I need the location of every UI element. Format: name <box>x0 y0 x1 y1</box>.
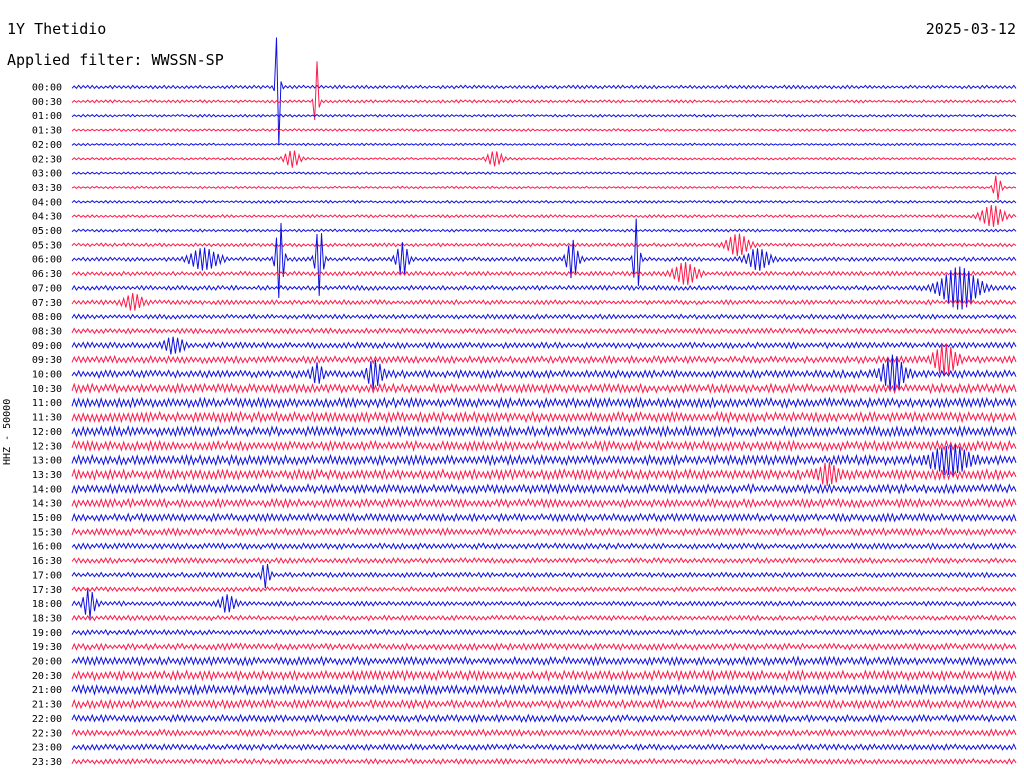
row-time-label: 09:30 <box>32 355 62 366</box>
row-time-label: 04:00 <box>32 197 62 208</box>
row-time-label: 08:30 <box>32 326 62 337</box>
trace-row-0900 <box>71 336 1017 355</box>
trace-row-1830 <box>71 614 1017 622</box>
trace-row-1430 <box>71 497 1017 509</box>
trace-row-1900 <box>71 628 1017 636</box>
trace-row-0030 <box>71 61 1017 120</box>
row-time-label: 11:30 <box>32 413 62 424</box>
row-time-label: 05:00 <box>32 226 62 237</box>
row-time-label: 18:30 <box>32 613 62 624</box>
row-time-label: 23:30 <box>32 757 62 768</box>
trace-row-0130 <box>71 128 1017 133</box>
trace-row-2030 <box>71 669 1017 682</box>
trace-row-1200 <box>71 424 1017 438</box>
helicorder-plot: 00:00 00:30 01:00 01:30 02:00 02:30 03:00 03:30… <box>32 37 1017 768</box>
row-time-label: 21:00 <box>32 685 62 696</box>
row-time-label: 11:00 <box>32 398 62 409</box>
trace-row-1730 <box>71 585 1017 593</box>
row-time-label: 15:30 <box>32 527 62 538</box>
trace-row-1030 <box>71 382 1017 395</box>
trace-row-2000 <box>71 655 1017 667</box>
row-time-label: 18:00 <box>32 599 62 610</box>
row-time-label: 00:30 <box>32 97 62 108</box>
trace-row-0800 <box>71 313 1017 320</box>
row-time-label: 06:00 <box>32 255 62 266</box>
row-time-label: 10:30 <box>32 384 62 395</box>
row-time-label: 02:00 <box>32 140 62 151</box>
row-time-label: 13:00 <box>32 456 62 467</box>
row-time-label: 04:30 <box>32 212 62 223</box>
row-time-label: 20:30 <box>32 671 62 682</box>
trace-row-1100 <box>71 396 1017 410</box>
row-time-label: 02:30 <box>32 154 62 165</box>
row-time-label: 16:00 <box>32 542 62 553</box>
row-time-label: 00:00 <box>32 83 62 94</box>
row-time-label: 12:30 <box>32 441 62 452</box>
trace-row-1400 <box>71 482 1017 495</box>
trace-row-1700 <box>71 564 1017 589</box>
trace-row-1930 <box>71 642 1017 652</box>
row-time-label: 22:30 <box>32 728 62 739</box>
trace-row-1530 <box>71 527 1017 537</box>
row-time-label: 03:30 <box>32 183 62 194</box>
trace-row-0330 <box>71 175 1017 200</box>
row-time-label: 22:00 <box>32 714 62 725</box>
row-time-label: 06:30 <box>32 269 62 280</box>
row-time-label: 01:30 <box>32 126 62 137</box>
trace-row-2330 <box>71 757 1017 766</box>
trace-row-1630 <box>71 556 1017 565</box>
row-time-label: 13:30 <box>32 470 62 481</box>
trace-row-0200 <box>71 142 1017 147</box>
trace-row-1800 <box>71 589 1017 619</box>
trace-row-2130 <box>71 698 1017 710</box>
trace-row-1230 <box>71 439 1017 453</box>
row-time-label: 07:30 <box>32 298 62 309</box>
trace-row-0500 <box>71 228 1017 233</box>
trace-row-2100 <box>71 683 1017 697</box>
row-time-label: 01:00 <box>32 111 62 122</box>
row-time-label: 15:00 <box>32 513 62 524</box>
trace-row-2300 <box>71 743 1017 752</box>
trace-row-0100 <box>71 113 1017 118</box>
row-time-label: 16:30 <box>32 556 62 567</box>
trace-row-2230 <box>71 728 1017 738</box>
trace-row-1500 <box>71 512 1017 523</box>
trace-row-2200 <box>71 713 1017 724</box>
trace-row-0630 <box>71 262 1017 285</box>
trace-row-0230 <box>71 150 1017 168</box>
trace-row-0600 <box>71 218 1017 299</box>
row-time-label: 19:00 <box>32 628 62 639</box>
trace-row-1600 <box>71 542 1017 551</box>
row-time-label: 07:00 <box>32 283 62 294</box>
trace-row-0730 <box>71 293 1017 311</box>
row-time-label: 05:30 <box>32 240 62 251</box>
trace-row-1330 <box>71 461 1017 487</box>
row-time-label: 20:00 <box>32 657 62 668</box>
row-time-label: 19:30 <box>32 642 62 653</box>
row-time-label: 03:00 <box>32 169 62 180</box>
trace-row-0830 <box>71 327 1017 335</box>
row-time-label: 21:30 <box>32 700 62 711</box>
row-time-label: 14:30 <box>32 499 62 510</box>
row-time-label: 08:00 <box>32 312 62 323</box>
row-time-label: 10:00 <box>32 370 62 381</box>
row-time-label: 17:30 <box>32 585 62 596</box>
row-time-label: 17:00 <box>32 570 62 581</box>
trace-row-0430 <box>71 204 1017 227</box>
trace-row-0300 <box>71 171 1017 175</box>
row-time-label: 09:00 <box>32 341 62 352</box>
trace-row-0400 <box>71 199 1017 204</box>
row-time-label: 23:00 <box>32 743 62 754</box>
row-time-label: 14:00 <box>32 484 62 495</box>
row-time-label: 12:00 <box>32 427 62 438</box>
trace-row-1130 <box>71 410 1017 424</box>
